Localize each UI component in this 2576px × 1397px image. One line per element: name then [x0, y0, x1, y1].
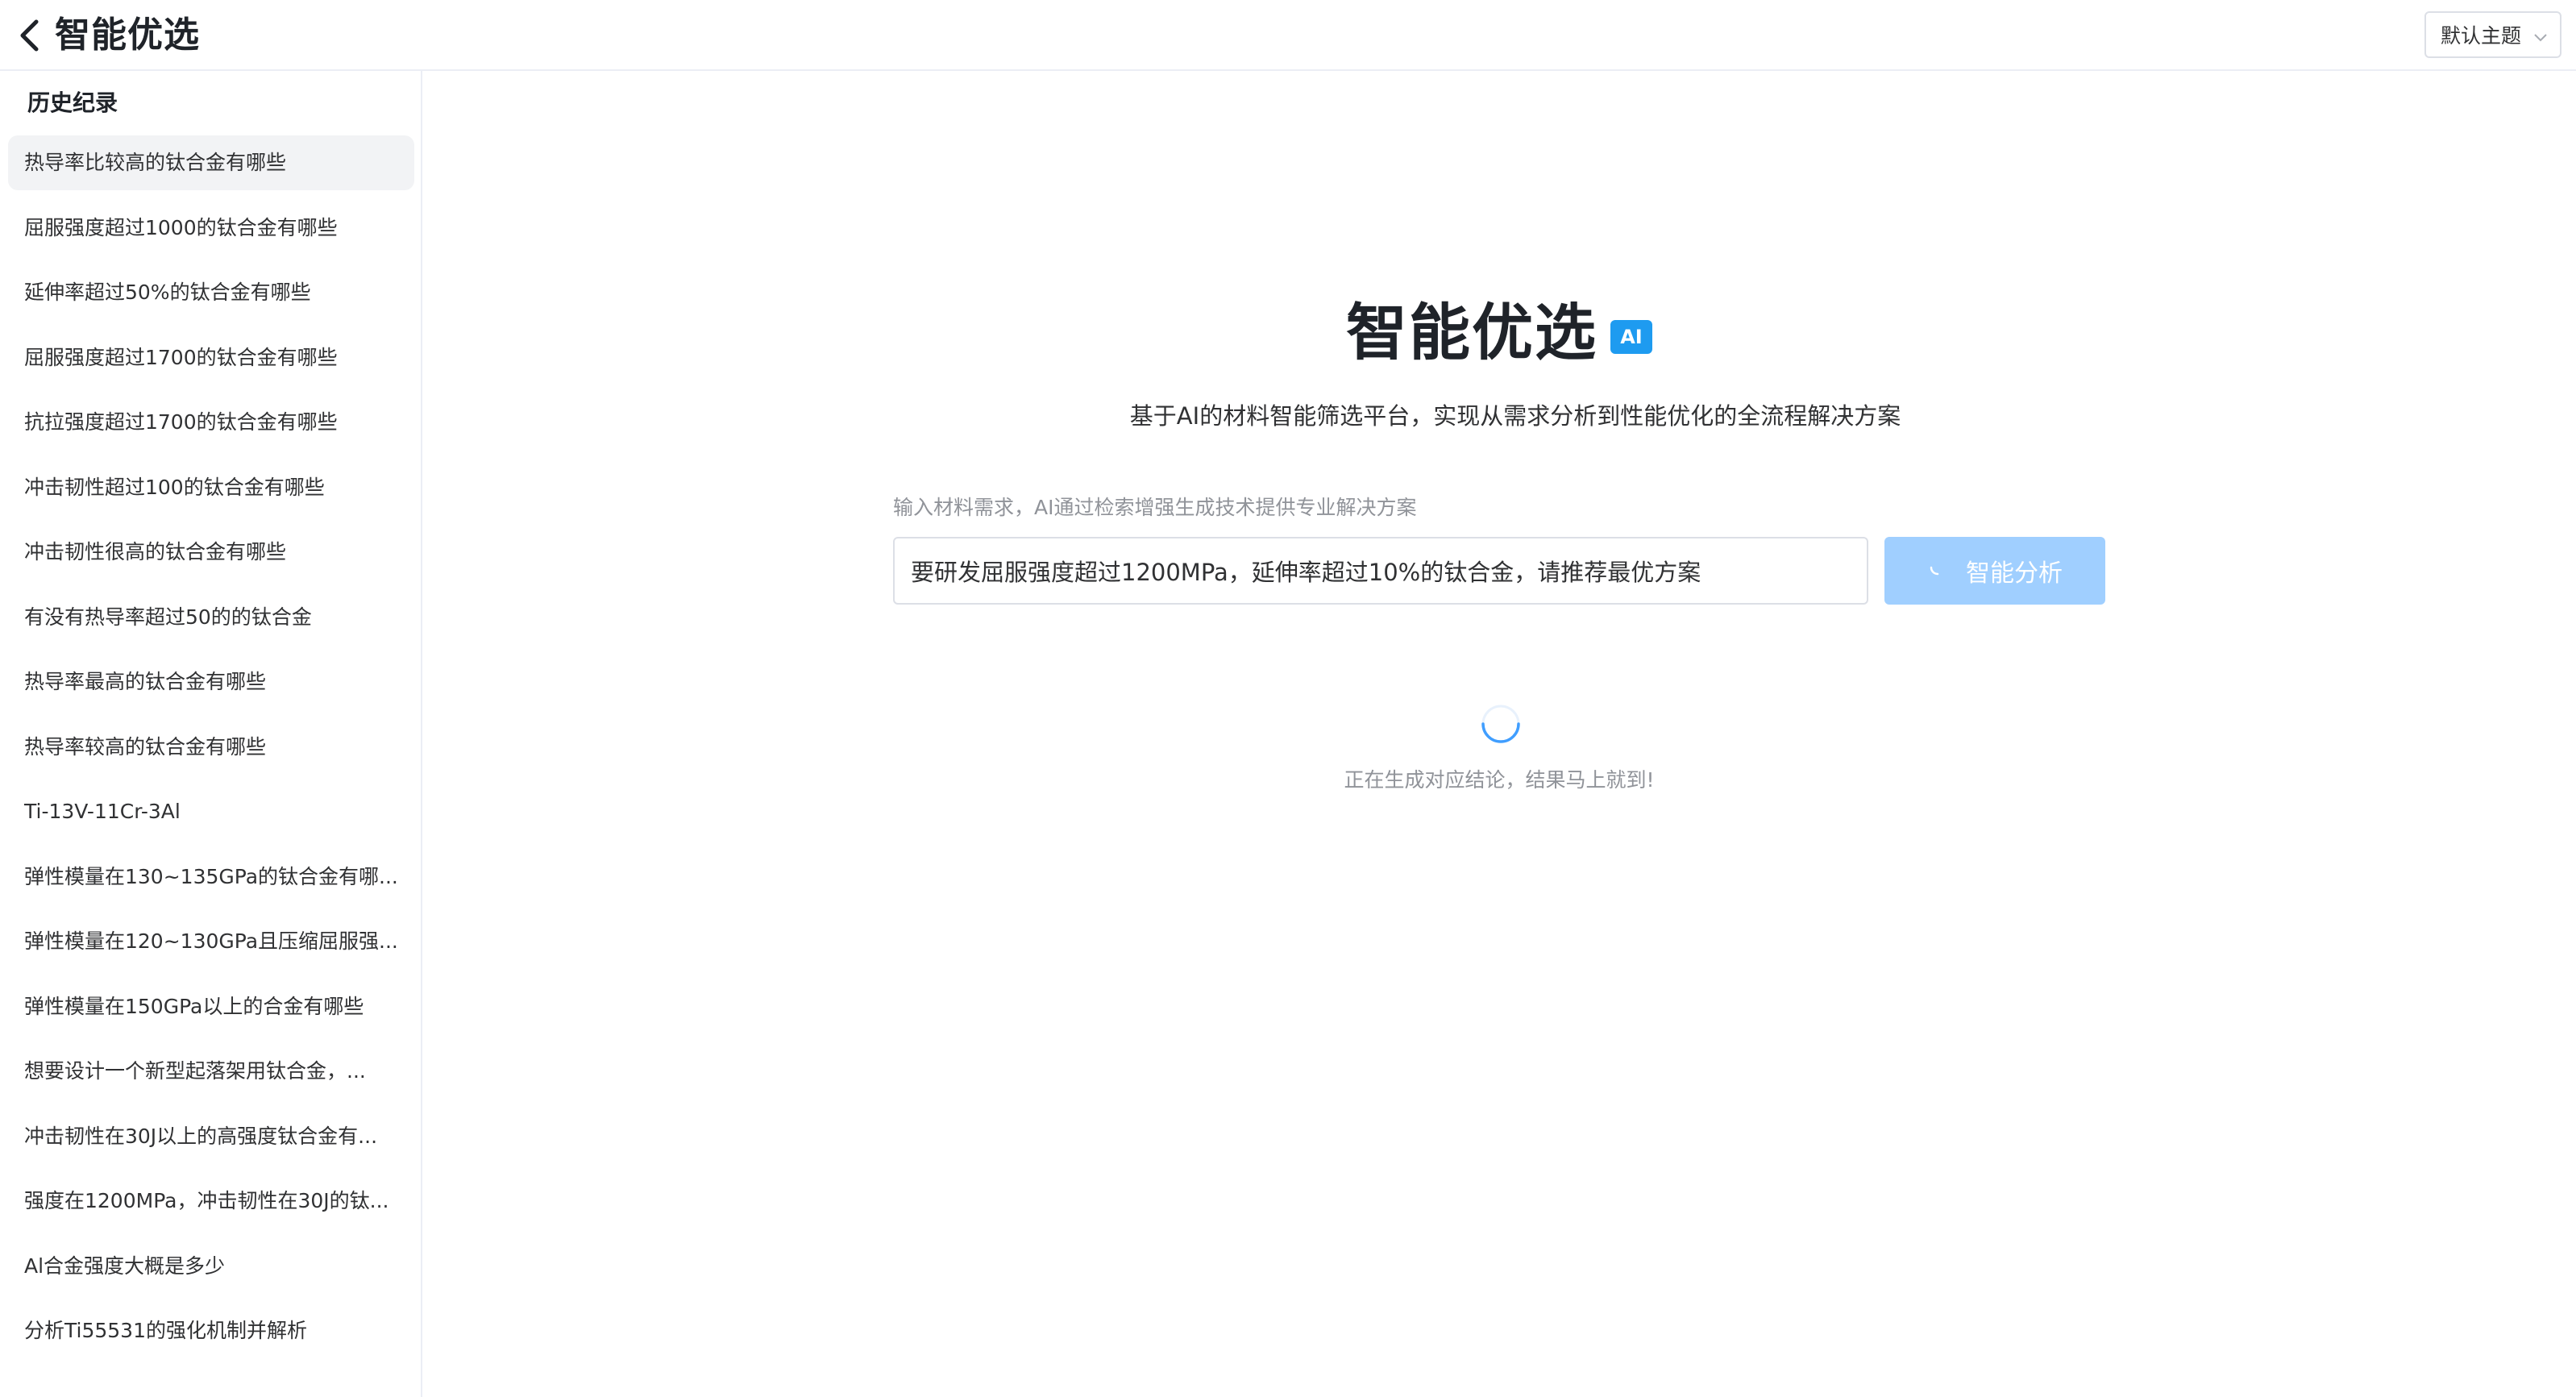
- button-spinner-icon: [1927, 557, 1948, 584]
- history-item[interactable]: 冲击韧性超过100的钛合金有哪些: [8, 460, 414, 515]
- query-input[interactable]: [893, 537, 1868, 605]
- history-item[interactable]: 热导率最高的钛合金有哪些: [8, 655, 414, 709]
- history-item[interactable]: 强度在1200MPa，冲击韧性在30J的钛...: [8, 1174, 414, 1229]
- history-item[interactable]: 冲击韧性很高的钛合金有哪些: [8, 525, 414, 580]
- history-item[interactable]: 弹性模量在120~130GPa且压缩屈服强...: [8, 914, 414, 969]
- history-item[interactable]: 有没有热导率超过50的的钛合金: [8, 590, 414, 645]
- history-item[interactable]: 热导率较高的钛合金有哪些: [8, 720, 414, 775]
- theme-select[interactable]: 默认主题: [2424, 11, 2561, 58]
- history-item[interactable]: Al合金强度大概是多少: [8, 1239, 414, 1294]
- app-header: 智能优选 默认主题: [0, 0, 2576, 71]
- history-sidebar: 历史纪录 热导率比较高的钛合金有哪些 屈服强度超过1000的钛合金有哪些 延伸率超过…: [0, 71, 422, 1397]
- input-hint: 输入材料需求，AI通过检索增强生成技术提供专业解决方案: [893, 496, 1417, 519]
- back-chevron-icon[interactable]: [13, 18, 45, 53]
- hero-title: 智能优选: [1346, 297, 1598, 368]
- chevron-down-icon: [2532, 27, 2549, 50]
- history-list: 热导率比较高的钛合金有哪些 屈服强度超过1000的钛合金有哪些 延伸率超过50%的钛…: [8, 135, 414, 1369]
- loading-text: 正在生成对应结论，结果马上就到!: [1344, 768, 1655, 792]
- history-item[interactable]: 弹性模量在150GPa以上的合金有哪些: [8, 979, 414, 1034]
- history-item[interactable]: 分析Ti55531的强化机制并解析: [8, 1303, 414, 1358]
- analyze-button-label: 智能分析: [1966, 560, 2063, 587]
- history-item[interactable]: 屈服强度超过1000的钛合金有哪些: [8, 201, 414, 256]
- history-item[interactable]: 弹性模量在130~135GPa的钛合金有哪...: [8, 850, 414, 904]
- history-item[interactable]: 热导率比较高的钛合金有哪些: [8, 135, 414, 190]
- history-item[interactable]: 冲击韧性在30J以上的高强度钛合金有...: [8, 1109, 414, 1164]
- analyze-button[interactable]: 智能分析: [1884, 537, 2105, 605]
- history-title: 历史纪录: [27, 89, 118, 116]
- main-content: 智能优选 AI 基于AI的材料智能筛选平台，实现从需求分析到性能优化的全流程解决…: [422, 71, 2576, 1397]
- loading-spinner-icon: [1480, 703, 1522, 745]
- app-title: 智能优选: [55, 15, 200, 56]
- history-item[interactable]: Ti-13V-11Cr-3Al: [8, 784, 414, 839]
- theme-select-value: 默认主题: [2441, 24, 2522, 48]
- history-item[interactable]: 抗拉强度超过1700的钛合金有哪些: [8, 395, 414, 450]
- ai-badge: AI: [1610, 320, 1652, 354]
- history-item[interactable]: 延伸率超过50%的钛合金有哪些: [8, 265, 414, 320]
- history-item[interactable]: 屈服强度超过1700的钛合金有哪些: [8, 331, 414, 385]
- history-item[interactable]: 想要设计一个新型起落架用钛合金，...: [8, 1044, 414, 1099]
- hero-subtitle: 基于AI的材料智能筛选平台，实现从需求分析到性能优化的全流程解决方案: [1129, 402, 1901, 430]
